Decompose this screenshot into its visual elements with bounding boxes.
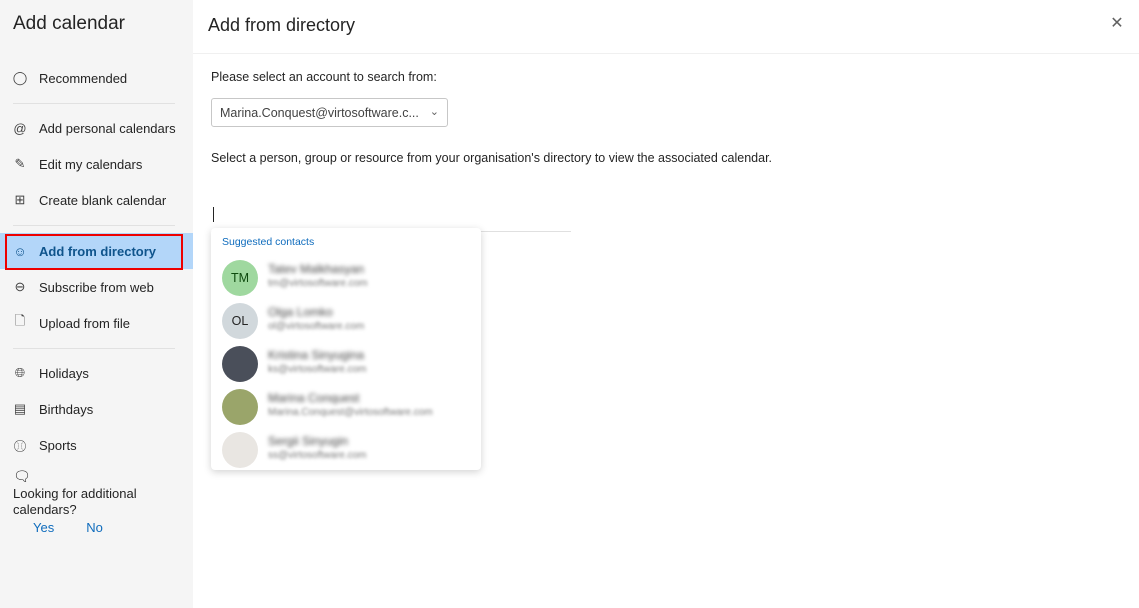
sidebar-item-sports[interactable]: ⚾︎ Sports xyxy=(5,429,181,461)
contact-email: tm@virtosoftware.com xyxy=(268,278,368,289)
contact-name: Sergii Sinyugin xyxy=(268,434,349,448)
contact-item[interactable]: OL Olga Lomko ol@virtosoftware.com xyxy=(211,301,481,344)
close-icon[interactable]: ✕ xyxy=(1109,16,1125,32)
page-title: Add from directory xyxy=(208,15,356,35)
avatar xyxy=(222,432,258,468)
avatar xyxy=(222,389,258,425)
edit-calendar-icon: ✎ xyxy=(14,156,26,171)
sidebar-item-upload-file[interactable]: 🗋 Upload from file xyxy=(5,307,181,339)
file-add-icon: 🗋 xyxy=(14,313,26,328)
lightbulb-icon: ◯ xyxy=(12,70,28,85)
sports-ball-icon: ⚾︎ xyxy=(13,438,27,454)
sidebar-item-holidays[interactable]: 🌐︎ Holidays xyxy=(5,357,181,389)
contact-item[interactable]: Kristina Sinyugina ks@virtosoftware.com xyxy=(211,344,481,387)
account-select[interactable]: Marina.Conquest@virtosoftware.c... ⌄ xyxy=(211,98,448,127)
at-icon: @ xyxy=(13,120,27,136)
sidebar-title: Add calendar xyxy=(13,13,125,34)
chevron-down-icon: ⌄ xyxy=(429,106,439,118)
contact-email: ss@virtosoftware.com xyxy=(268,450,367,461)
cake-icon: ▤ xyxy=(13,401,27,416)
contact-email: Marina.Conquest@virtosoftware.com xyxy=(268,407,433,418)
instructions-text: Select a person, group or resource from … xyxy=(211,151,773,165)
contact-email: ks@virtosoftware.com xyxy=(268,364,367,375)
contact-name: Tatev Malkhasyan xyxy=(268,262,365,276)
text-cursor xyxy=(213,207,214,222)
contact-name: Kristina Sinyugina xyxy=(268,348,365,362)
sidebar-item-birthdays[interactable]: ▤ Birthdays xyxy=(5,393,181,425)
suggestions-heading: Suggested contacts xyxy=(222,236,315,248)
divider xyxy=(193,53,1139,54)
avatar xyxy=(222,346,258,382)
link-circle-icon: ⊖ xyxy=(14,279,26,294)
divider xyxy=(13,103,175,104)
account-label: Please select an account to search from: xyxy=(211,70,437,84)
feedback-icon: 🗨︎ xyxy=(13,468,31,484)
divider xyxy=(13,225,175,226)
avatar: TM xyxy=(222,260,258,296)
contact-name: Olga Lomko xyxy=(268,305,333,319)
contact-item[interactable]: Marina Conquest Marina.Conquest@virtosof… xyxy=(211,387,481,430)
sidebar-item-create-blank[interactable]: ⊞ Create blank calendar xyxy=(5,184,181,216)
feedback-yes-link[interactable]: Yes xyxy=(33,520,54,535)
sidebar: Add calendar ◯ Recommended @ Add personal … xyxy=(0,0,193,608)
sidebar-item-recommended[interactable]: ◯ Recommended xyxy=(5,62,181,94)
contact-item[interactable]: TM Tatev Malkhasyan tm@virtosoftware.com xyxy=(211,258,481,301)
sidebar-item-add-personal[interactable]: @ Add personal calendars xyxy=(5,112,181,144)
avatar: OL xyxy=(222,303,258,339)
suggestions-dropdown: Suggested contacts TM Tatev Malkhasyan t… xyxy=(211,228,481,470)
sidebar-item-subscribe-web[interactable]: ⊖ Subscribe from web xyxy=(5,271,181,303)
feedback-prompt: 🗨︎ Looking for additional calendars? Yes… xyxy=(13,468,183,536)
sidebar-item-add-from-directory[interactable]: ☺ Add from directory xyxy=(0,233,193,269)
feedback-question: Looking for additional calendars? xyxy=(13,486,137,517)
sidebar-item-edit-calendars[interactable]: ✎ Edit my calendars xyxy=(5,148,181,180)
main-panel: Add from directory ✕ Please select an ac… xyxy=(193,0,1139,608)
contact-item[interactable]: Sergii Sinyugin ss@virtosoftware.com xyxy=(211,430,481,473)
calendar-add-icon: ⊞ xyxy=(14,192,26,207)
divider xyxy=(13,348,175,349)
globe-icon: 🌐︎ xyxy=(14,365,26,380)
feedback-no-link[interactable]: No xyxy=(86,520,103,535)
people-icon: ☺ xyxy=(13,243,27,259)
contact-name: Marina Conquest xyxy=(268,391,360,405)
contact-email: ol@virtosoftware.com xyxy=(268,321,365,332)
